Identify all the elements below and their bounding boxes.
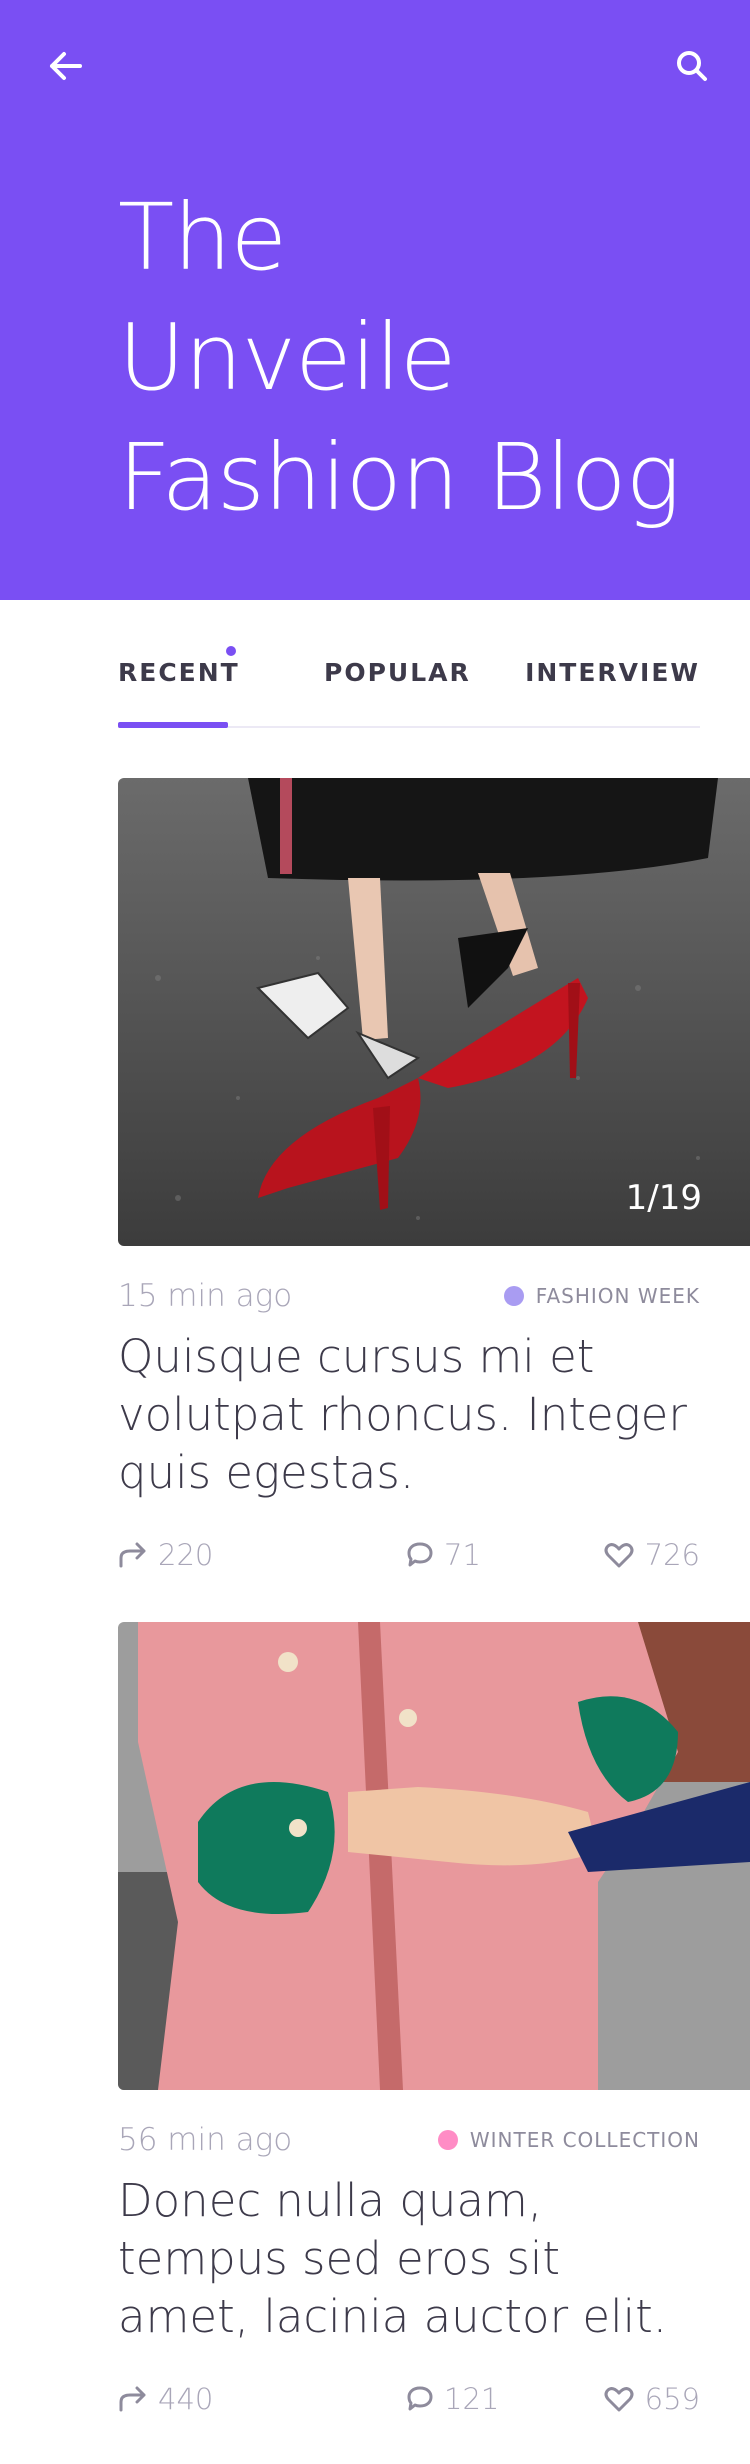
search-icon: [677, 51, 707, 81]
post-image-graphic: [118, 1622, 750, 2090]
title-line-2: Unveile: [118, 304, 456, 411]
share-icon: [119, 2386, 146, 2412]
tab-recent-indicator-dot: [226, 646, 236, 656]
share-button[interactable]: 220: [118, 1538, 213, 1572]
post-time: 15 min ago: [118, 1278, 293, 1314]
post-image[interactable]: [118, 1622, 750, 2090]
heart-icon: [604, 1543, 634, 1568]
like-button[interactable]: 659: [603, 2382, 700, 2416]
post-card: 56 min ago WINTER COLLECTION Donec nulla…: [118, 1622, 750, 2422]
post-stats: 220 71 726: [118, 1530, 700, 1578]
tab-bar: RECENT POPULAR INTERVIEW: [118, 640, 700, 728]
back-button[interactable]: [44, 44, 88, 88]
post-meta: 15 min ago FASHION WEEK: [118, 1268, 700, 1324]
tab-popular[interactable]: POPULAR: [324, 658, 471, 687]
comment-count: 71: [444, 1538, 481, 1572]
active-tab-underline: [118, 722, 228, 728]
tab-interview[interactable]: INTERVIEW: [525, 658, 700, 687]
post-time: 56 min ago: [118, 2122, 293, 2158]
category-badge[interactable]: WINTER COLLECTION: [437, 2128, 700, 2152]
title-line-1: The: [118, 184, 287, 291]
like-count: 726: [644, 1538, 700, 1572]
header-hero: The Unveile Fashion Blog: [0, 0, 750, 600]
heart-icon: [604, 2387, 634, 2412]
category-badge[interactable]: FASHION WEEK: [503, 1284, 700, 1308]
post-image[interactable]: 1/19: [118, 778, 750, 1246]
search-button[interactable]: [670, 44, 714, 88]
share-button[interactable]: 440: [118, 2382, 213, 2416]
post-image-graphic: [118, 778, 750, 1246]
category-dot-icon: [437, 2130, 458, 2150]
category-dot-icon: [503, 1286, 524, 1306]
share-count: 220: [158, 1538, 214, 1572]
comment-button[interactable]: 71: [406, 1538, 481, 1572]
category-label: FASHION WEEK: [535, 1284, 700, 1308]
comment-count: 121: [444, 2382, 500, 2416]
like-count: 659: [644, 2382, 700, 2416]
post-title[interactable]: Quisque cursus mi et volutpat rhoncus. I…: [118, 1328, 700, 1502]
title-line-3: Fashion Blog: [118, 424, 681, 531]
post-stats: 440 121 659: [118, 2374, 700, 2422]
gallery-counter: 1/19: [625, 1178, 702, 1218]
tab-recent[interactable]: RECENT: [118, 658, 240, 687]
share-icon: [119, 1542, 146, 1568]
page-title: The Unveile Fashion Blog: [118, 178, 681, 538]
post-title[interactable]: Donec nulla quam, tempus sed eros sit am…: [118, 2172, 700, 2346]
share-count: 440: [158, 2382, 214, 2416]
like-button[interactable]: 726: [603, 1538, 700, 1572]
comment-icon: [407, 1542, 433, 1567]
post-meta: 56 min ago WINTER COLLECTION: [118, 2112, 700, 2168]
category-label: WINTER COLLECTION: [469, 2128, 700, 2152]
post-card: 1/19 15 min ago FASHION WEEK Quisque cur…: [118, 778, 750, 1578]
comment-icon: [407, 2386, 433, 2411]
comment-button[interactable]: 121: [406, 2382, 499, 2416]
arrow-left-icon: [50, 52, 82, 80]
